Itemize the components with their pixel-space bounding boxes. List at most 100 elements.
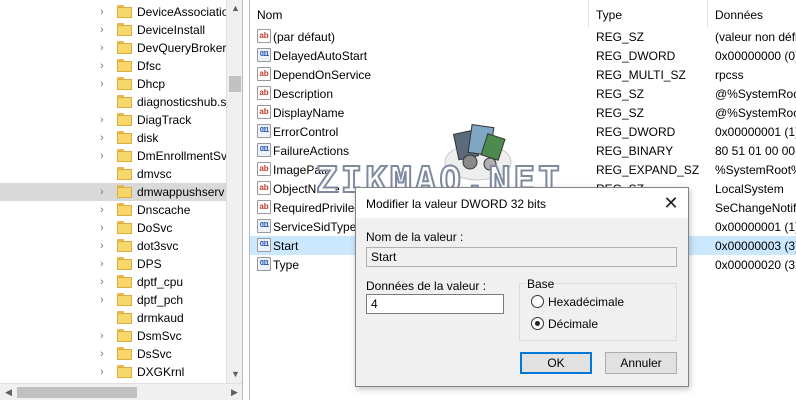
chevron-right-icon[interactable]: ›: [100, 204, 110, 216]
string-value-icon: ab: [257, 162, 271, 176]
column-type[interactable]: Type: [589, 0, 707, 28]
chevron-right-icon[interactable]: ›: [100, 60, 110, 72]
string-value-icon: ab: [257, 105, 271, 119]
tree-item[interactable]: › dptf_pch: [0, 291, 226, 309]
value-row[interactable]: ab (par défaut) REG_SZ (valeur non défi: [250, 27, 796, 46]
radio-decimal-circle[interactable]: [531, 317, 544, 330]
radio-hexadecimal-label[interactable]: Hexadécimale: [548, 295, 624, 309]
tree-item[interactable]: › dptf_cpu: [0, 273, 226, 291]
scroll-up-icon[interactable]: ▲: [227, 0, 242, 17]
value-row[interactable]: 011 FailureActions REG_BINARY 80 51 01 00 0…: [250, 141, 796, 160]
value-row[interactable]: ab DisplayName REG_SZ @%SystemRoot: [250, 103, 796, 122]
value-name: (par défaut): [273, 30, 336, 44]
tree-item[interactable]: › DeviceInstall: [0, 21, 226, 39]
chevron-right-icon[interactable]: ›: [100, 186, 110, 198]
radio-hexadecimal-circle[interactable]: [531, 295, 544, 308]
value-type: REG_SZ: [596, 106, 645, 120]
chevron-right-icon[interactable]: ›: [100, 330, 110, 342]
tree-item-label: Dfsc: [137, 59, 161, 73]
tree-item[interactable]: › DoSvc: [0, 219, 226, 237]
value-row[interactable]: 011 DelayedAutoStart REG_DWORD 0x00000000 (…: [250, 46, 796, 65]
chevron-right-icon[interactable]: ›: [100, 366, 110, 378]
value-row[interactable]: 011 ErrorControl REG_DWORD 0x00000001 (1): [250, 122, 796, 141]
tree-item[interactable]: › disk: [0, 129, 226, 147]
registry-key-tree[interactable]: › DeviceAssociatio › DeviceInstall › DevQuery…: [0, 0, 243, 400]
tree-item-label: DoSvc: [137, 221, 173, 235]
chevron-right-icon[interactable]: ›: [100, 42, 110, 54]
chevron-right-icon[interactable]: ›: [100, 276, 110, 288]
folder-icon: [117, 5, 132, 18]
value-row[interactable]: ab DependOnService REG_MULTI_SZ rpcss: [250, 65, 796, 84]
tree-item[interactable]: diagnosticshub.s: [0, 93, 226, 111]
value-type: REG_DWORD: [596, 49, 676, 63]
ok-button[interactable]: OK: [520, 352, 592, 374]
radio-selected-dot: [535, 321, 540, 326]
tree-item[interactable]: › dmwappushserv: [0, 183, 226, 201]
value-name: Start: [273, 239, 299, 253]
tree-item-label: diagnosticshub.s: [137, 95, 227, 109]
tree-item[interactable]: › DsmSvc: [0, 327, 226, 345]
chevron-right-icon[interactable]: ›: [100, 258, 110, 270]
chevron-right-icon[interactable]: ›: [100, 114, 110, 126]
string-value-icon: ab: [257, 29, 271, 43]
scroll-right-icon[interactable]: ▶: [226, 384, 242, 400]
dialog-title-bar[interactable]: Modifier la valeur DWORD 32 bits ✕: [356, 188, 688, 218]
value-data: @%SystemRoot: [715, 87, 796, 101]
chevron-right-icon[interactable]: ›: [100, 78, 110, 90]
tree-item[interactable]: › Dhcp: [0, 75, 226, 93]
tree-item-label: DPS: [137, 257, 162, 271]
value-data: SeChangeNotify: [715, 201, 796, 215]
chevron-right-icon[interactable]: ›: [100, 294, 110, 306]
folder-icon: [117, 59, 132, 72]
value-name-field[interactable]: Start: [366, 247, 677, 267]
tree-item[interactable]: › DmEnrollmentSv: [0, 147, 227, 165]
value-name: RequiredPrivileg: [273, 201, 362, 215]
column-name[interactable]: Nom: [250, 0, 588, 28]
cancel-button[interactable]: Annuler: [605, 352, 677, 374]
base-group: [519, 283, 677, 341]
chevron-right-icon[interactable]: ›: [100, 24, 110, 36]
chevron-right-icon[interactable]: ›: [100, 150, 110, 162]
value-data: rpcss: [715, 68, 744, 82]
folder-icon: [117, 131, 132, 144]
tree-item-label: DXGKrnl: [137, 365, 185, 379]
tree-item[interactable]: › dot3svc: [0, 237, 226, 255]
value-data-input[interactable]: 4: [366, 294, 504, 314]
value-name: ServiceSidType: [273, 220, 357, 234]
scroll-left-icon[interactable]: ◀: [0, 384, 17, 400]
string-value-icon: ab: [257, 200, 271, 214]
chevron-right-icon[interactable]: ›: [100, 6, 110, 18]
tree-item[interactable]: › DPS: [0, 255, 226, 273]
value-data: 0x00000000 (0): [715, 49, 796, 63]
tree-item-label: dot3svc: [137, 239, 179, 253]
column-data[interactable]: Données: [708, 0, 796, 28]
scroll-thumb[interactable]: [17, 387, 137, 398]
tree-item[interactable]: › DiagTrack: [0, 111, 226, 129]
close-button[interactable]: ✕: [660, 192, 682, 214]
tree-vertical-scrollbar[interactable]: ▲ ▼: [226, 0, 242, 383]
tree-item[interactable]: drmkaud: [0, 309, 226, 327]
tree-item[interactable]: › DeviceAssociatio: [0, 3, 228, 21]
chevron-right-icon[interactable]: ›: [100, 132, 110, 144]
scroll-thumb[interactable]: [229, 76, 241, 92]
tree-item[interactable]: › DsSvc: [0, 345, 226, 363]
folder-icon: [117, 239, 132, 252]
scroll-down-icon[interactable]: ▼: [227, 366, 242, 383]
value-name: Type: [273, 258, 300, 272]
tree-horizontal-scrollbar[interactable]: ◀ ▶: [0, 383, 242, 400]
tree-item[interactable]: dmvsc: [0, 165, 226, 183]
tree-item[interactable]: › Dfsc: [0, 57, 226, 75]
tree-item[interactable]: › Dnscache: [0, 201, 226, 219]
chevron-right-icon[interactable]: ›: [100, 348, 110, 360]
value-name: DisplayName: [273, 106, 345, 120]
value-row[interactable]: ab Description REG_SZ @%SystemRoot: [250, 84, 796, 103]
binary-value-icon: 011: [257, 124, 271, 138]
chevron-right-icon[interactable]: ›: [100, 240, 110, 252]
radio-decimal-label[interactable]: Décimale: [548, 317, 598, 331]
tree-item-label: Dnscache: [137, 203, 191, 217]
tree-item[interactable]: › DevQueryBroker: [0, 39, 226, 57]
chevron-right-icon[interactable]: ›: [100, 222, 110, 234]
tree-item[interactable]: › DXGKrnl: [0, 363, 226, 381]
close-icon: ✕: [663, 193, 679, 213]
value-name: DependOnService: [273, 68, 372, 82]
